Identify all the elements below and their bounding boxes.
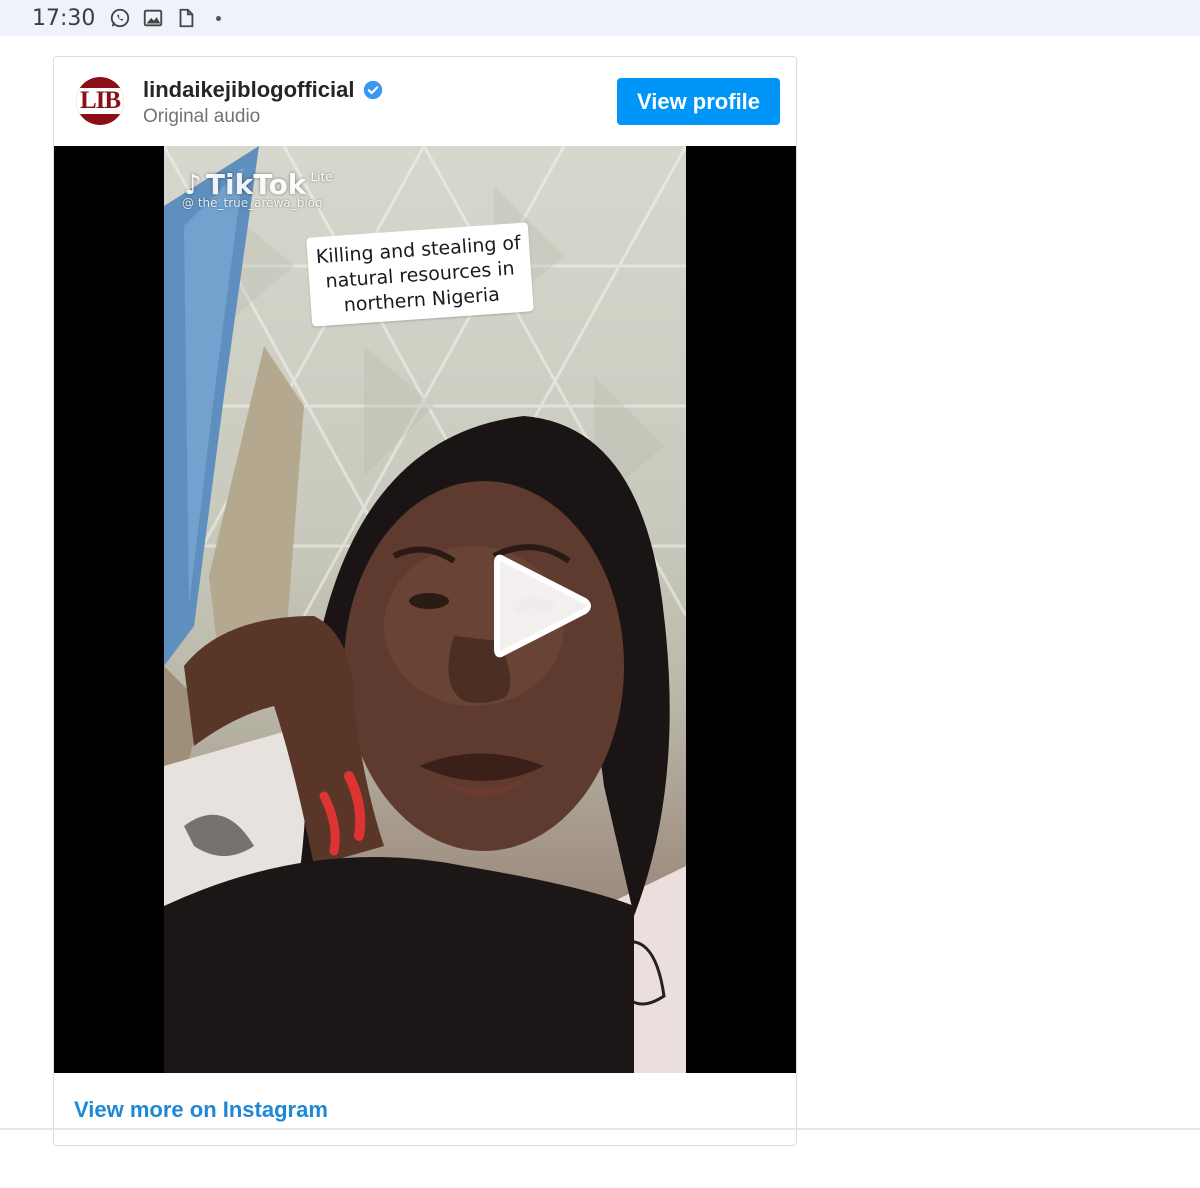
embed-header: LIB lindaikejiblogofficial Original audi… bbox=[54, 57, 796, 146]
embed-footer: View more on Instagram bbox=[54, 1073, 796, 1145]
video-player[interactable]: ♪ TikTok Lite @ the_true_arewa_blog Kill… bbox=[54, 146, 796, 1073]
status-bar: 17:30 bbox=[0, 0, 1200, 36]
dot-icon bbox=[216, 15, 222, 21]
username-row: lindaikejiblogofficial bbox=[143, 77, 384, 103]
document-icon bbox=[175, 7, 197, 29]
view-more-on-instagram-link[interactable]: View more on Instagram bbox=[74, 1097, 328, 1123]
divider bbox=[0, 1128, 1200, 1130]
play-icon[interactable] bbox=[489, 551, 593, 661]
tiktok-handle: @ the_true_arewa_blog bbox=[182, 196, 323, 210]
status-time: 17:30 bbox=[32, 5, 96, 31]
video-frame: ♪ TikTok Lite @ the_true_arewa_blog Kill… bbox=[164, 146, 686, 1073]
whatsapp-icon bbox=[109, 7, 131, 29]
avatar[interactable]: LIB bbox=[76, 77, 124, 125]
avatar-logo-text: LIB bbox=[76, 88, 124, 114]
verified-badge-icon bbox=[362, 79, 384, 101]
audio-subtitle[interactable]: Original audio bbox=[143, 106, 260, 128]
view-profile-button[interactable]: View profile bbox=[617, 78, 780, 125]
tiktok-suffix: Lite bbox=[310, 170, 333, 184]
image-icon bbox=[142, 7, 164, 29]
instagram-embed: LIB lindaikejiblogofficial Original audi… bbox=[53, 56, 797, 1146]
video-caption: Killing and stealing of natural resource… bbox=[306, 222, 534, 327]
username[interactable]: lindaikejiblogofficial bbox=[143, 77, 354, 103]
